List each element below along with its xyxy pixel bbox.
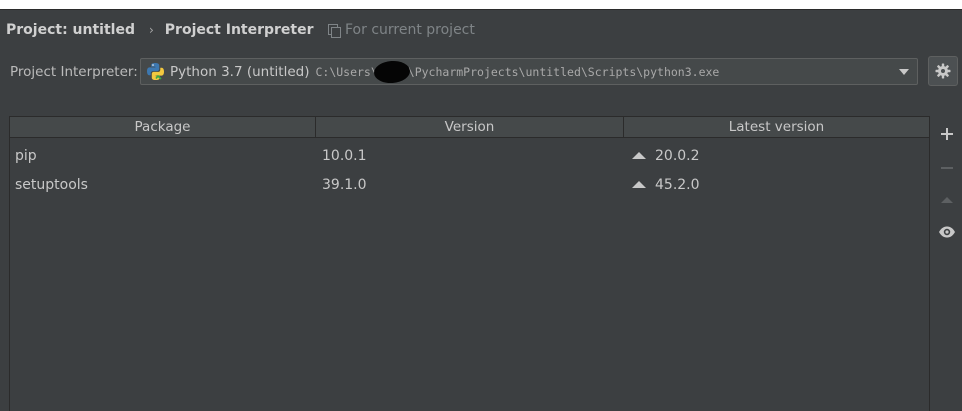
scope-note: For current project <box>328 20 475 40</box>
gear-icon <box>935 63 951 79</box>
table-body: pip 10.0.1 20.0.2 setuptools 39.1.0 45.2… <box>10 141 929 199</box>
packages-table: Package Version Latest version pip 10.0.… <box>9 116 930 411</box>
window-top-edge <box>0 0 962 9</box>
minus-icon <box>940 162 953 174</box>
breadcrumb-page: Project Interpreter <box>164 22 314 38</box>
show-early-releases-button[interactable] <box>931 220 962 244</box>
upgrade-available-icon <box>632 152 646 159</box>
package-version: 10.0.1 <box>322 147 367 164</box>
interpreter-path: C:\Users\ \PycharmProjects\untitled\Scri… <box>315 59 720 84</box>
package-latest-version: 45.2.0 <box>655 176 700 193</box>
top-divider <box>0 9 962 10</box>
python-icon <box>147 63 164 80</box>
package-version: 39.1.0 <box>322 176 367 193</box>
package-latest: 45.2.0 <box>624 177 929 193</box>
column-header-latest-version[interactable]: Latest version <box>624 117 929 137</box>
upgrade-icon <box>940 197 953 203</box>
package-name: pip <box>15 147 37 164</box>
chevron-down-icon[interactable] <box>899 69 909 75</box>
column-header-package[interactable]: Package <box>10 117 316 137</box>
upgrade-available-icon <box>632 181 646 188</box>
breadcrumb-project[interactable]: Project: untitled <box>6 22 135 38</box>
interpreter-label: Project Interpreter: <box>10 64 138 80</box>
breadcrumb-separator: › <box>148 23 154 37</box>
redaction-mark <box>373 59 411 84</box>
interpreter-name: Python 3.7 (untitled) <box>170 63 310 80</box>
package-latest-version: 20.0.2 <box>655 147 700 164</box>
eye-icon <box>938 226 955 238</box>
package-latest: 20.0.2 <box>624 148 929 164</box>
column-header-version[interactable]: Version <box>316 117 624 137</box>
interpreter-path-prefix: C:\Users\ <box>315 64 378 79</box>
remove-package-button[interactable] <box>931 156 962 180</box>
interpreter-path-suffix: \PycharmProjects\untitled\Scripts\python… <box>407 64 720 79</box>
table-row[interactable]: setuptools 39.1.0 45.2.0 <box>10 170 929 199</box>
settings-button[interactable] <box>928 56 958 86</box>
breadcrumb: Project: untitled › Project Interpreter <box>6 20 314 40</box>
upgrade-package-button[interactable] <box>931 188 962 212</box>
table-toolbar <box>931 116 962 411</box>
table-header: Package Version Latest version <box>10 117 929 138</box>
table-row[interactable]: pip 10.0.1 20.0.2 <box>10 141 929 170</box>
copy-icon <box>328 24 341 38</box>
interpreter-select[interactable]: Python 3.7 (untitled) C:\Users\ \Pycharm… <box>140 58 918 85</box>
scope-note-text: For current project <box>345 22 475 38</box>
add-package-button[interactable] <box>931 122 962 146</box>
plus-icon <box>940 128 953 140</box>
package-name: setuptools <box>15 176 88 193</box>
